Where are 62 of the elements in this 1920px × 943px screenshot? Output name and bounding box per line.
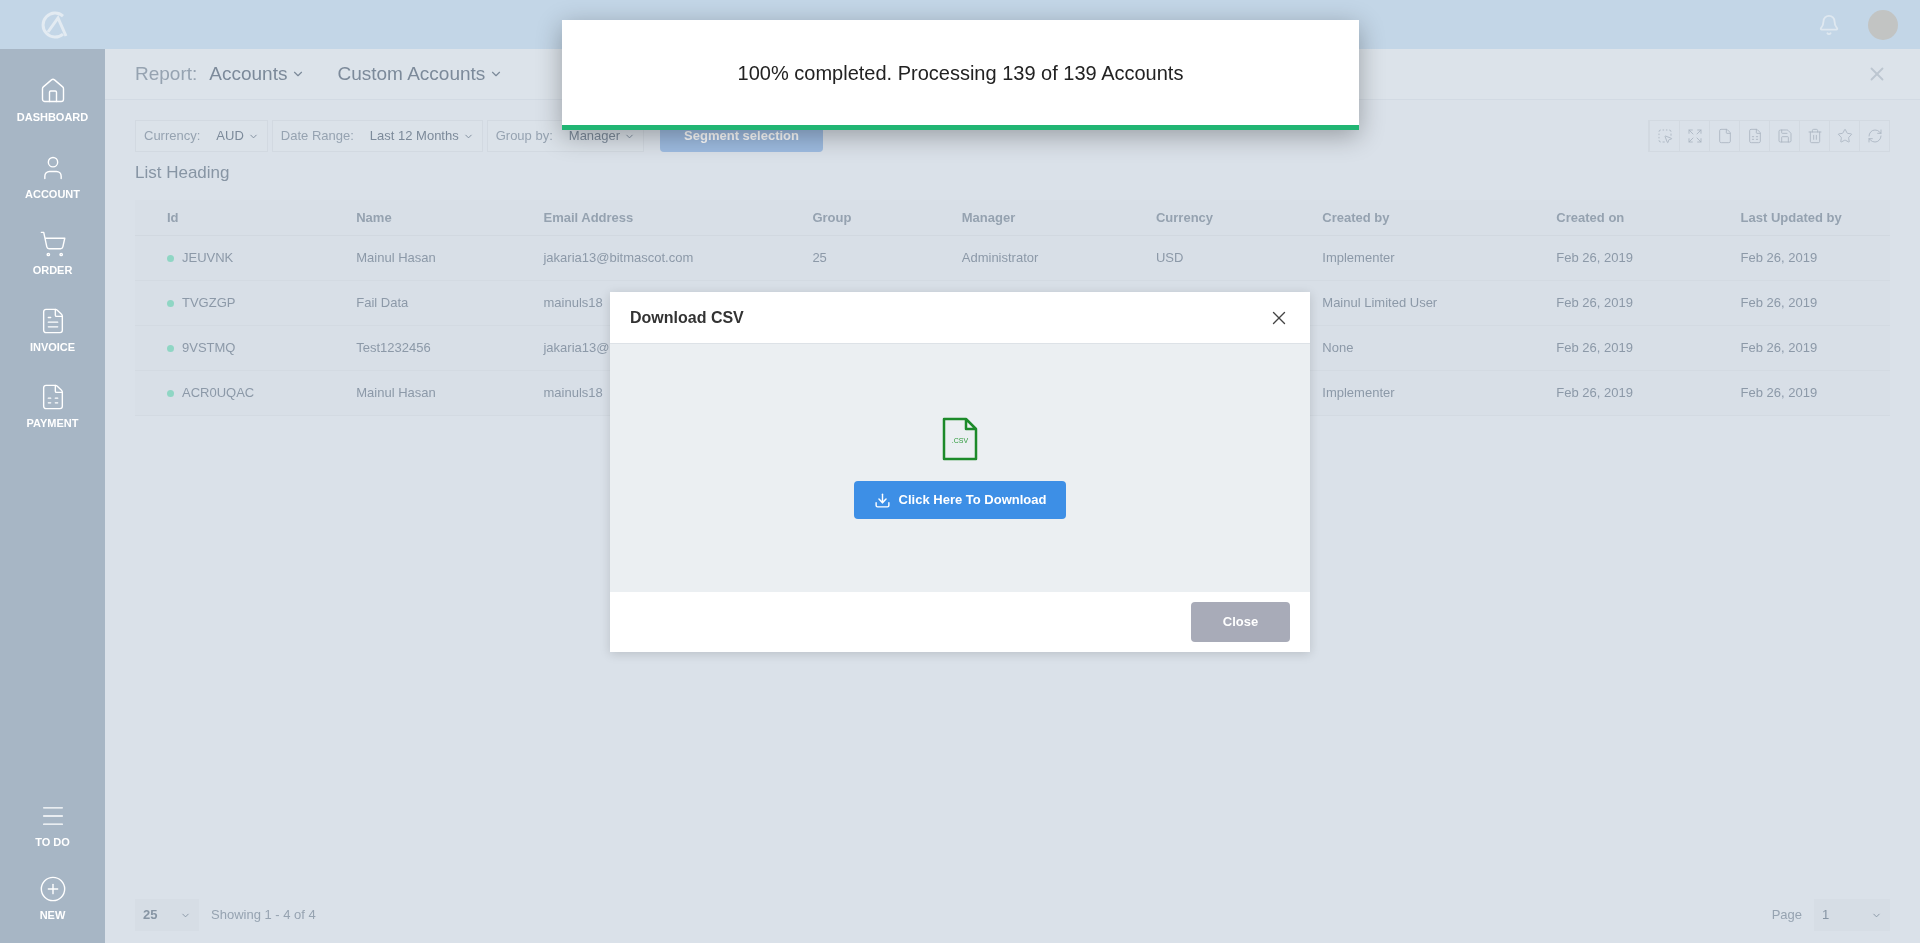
close-button[interactable]: Close bbox=[1191, 602, 1290, 642]
filter-dropdown[interactable]: Date Range: Last 12 Months bbox=[271, 120, 483, 152]
table-cell-text: jakaria13@bitmascot.com bbox=[543, 249, 694, 268]
sidebar-item[interactable]: DASHBOARD bbox=[0, 65, 105, 138]
table-cell-text: Feb 26, 2019 bbox=[1740, 384, 1818, 403]
table-cell-text: Implementer bbox=[1322, 384, 1395, 403]
table-cell-text: Mainul Hasan bbox=[356, 249, 436, 268]
table-cell-text: Test1232456 bbox=[356, 339, 431, 358]
page-size-dropdown[interactable]: 25 bbox=[135, 899, 199, 931]
new-icon bbox=[38, 874, 67, 903]
table-cell-text: jakaria13@ bbox=[543, 339, 610, 358]
column-header[interactable]: Email Address bbox=[543, 207, 813, 228]
column-header[interactable]: Currency bbox=[1156, 207, 1323, 228]
table-cell-text: Feb 26, 2019 bbox=[1556, 249, 1633, 268]
table-cell-text: Administrator bbox=[961, 249, 1039, 268]
download-icon bbox=[873, 491, 891, 509]
dialog-title: Download CSV bbox=[630, 307, 744, 328]
table-cell-text: mainuls18 bbox=[543, 294, 603, 313]
page-dropdown[interactable]: 1 bbox=[1814, 899, 1890, 931]
table-cell-text: 9VSTMQ bbox=[182, 339, 236, 358]
column-header[interactable]: Name bbox=[356, 207, 544, 228]
sidebar-item[interactable]: NEW bbox=[0, 862, 105, 935]
column-header[interactable]: Manager bbox=[961, 207, 1156, 228]
table-cell-text: None bbox=[1322, 339, 1354, 358]
table-cell-text: Mainul Limited User bbox=[1322, 294, 1438, 313]
table-cell-text: Feb 26, 2019 bbox=[1740, 339, 1818, 358]
column-header[interactable]: Last Updated by bbox=[1740, 207, 1890, 228]
filter-dropdown[interactable]: Currency: AUD bbox=[135, 120, 268, 152]
table-cell-text: Mainul Hasan bbox=[356, 384, 436, 403]
progress-message: 100% completed. Processing 139 of 139 Accounts bbox=[737, 60, 1184, 86]
download-button[interactable]: Click Here To Download bbox=[853, 481, 1067, 519]
sidebar-item[interactable]: TO DO bbox=[0, 790, 105, 863]
table-cell-text: ACR0UQAC bbox=[182, 384, 255, 403]
notification-icon[interactable] bbox=[1818, 13, 1840, 36]
table-cell-text: Feb 26, 2019 bbox=[1556, 339, 1633, 358]
sidebar-item[interactable]: ORDER bbox=[0, 218, 105, 291]
column-header[interactable]: Group bbox=[812, 207, 962, 228]
table-cell-text: Feb 26, 2019 bbox=[1740, 249, 1818, 268]
showing-text: Showing 1 - 4 of 4 bbox=[211, 906, 316, 925]
table-cell-text: Implementer bbox=[1322, 249, 1395, 268]
view-dropdown[interactable]: Custom Accounts bbox=[337, 59, 504, 89]
sidebar-item[interactable]: INVOICE bbox=[0, 294, 105, 367]
page-label: Page bbox=[1771, 906, 1802, 925]
avatar[interactable] bbox=[1868, 9, 1898, 40]
table-cell-text: Feb 26, 2019 bbox=[1556, 294, 1633, 313]
column-header[interactable]: Created on bbox=[1556, 207, 1741, 228]
list-heading: List Heading bbox=[135, 162, 231, 184]
column-header[interactable]: Id bbox=[167, 207, 357, 228]
column-header[interactable]: Created by bbox=[1322, 207, 1557, 228]
sidebar-item[interactable]: PAYMENT bbox=[0, 371, 105, 444]
table-cell-text: Fail Data bbox=[356, 294, 409, 313]
table-cell-text: 25 bbox=[812, 249, 827, 268]
table-cell-text: Feb 26, 2019 bbox=[1740, 294, 1818, 313]
table-cell-text: JEUVNK bbox=[182, 249, 234, 268]
table-cell-text: TVGZGP bbox=[182, 294, 236, 313]
table-cell-text: Feb 26, 2019 bbox=[1556, 384, 1633, 403]
sidebar-item[interactable]: ACCOUNT bbox=[0, 141, 105, 214]
report-dropdown[interactable]: Accounts bbox=[209, 59, 306, 89]
table-cell-text: USD bbox=[1156, 249, 1184, 268]
table-cell-text: mainuls18 bbox=[543, 384, 603, 403]
report-label: Report: bbox=[135, 61, 198, 86]
cart-icon bbox=[38, 230, 67, 258]
